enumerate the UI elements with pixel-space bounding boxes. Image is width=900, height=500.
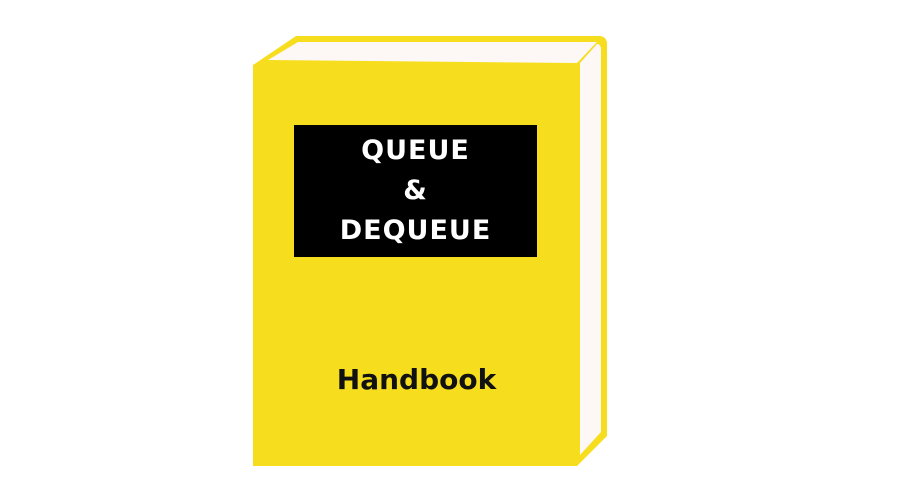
title-line-dequeue: DEQUEUE bbox=[339, 215, 492, 246]
book-title-label: QUEUE & DEQUEUE bbox=[294, 125, 537, 257]
book-front-cover bbox=[253, 63, 579, 466]
title-line-queue: QUEUE bbox=[361, 135, 470, 166]
book-pages-top bbox=[268, 42, 597, 63]
book-illustration: QUEUE & DEQUEUE Handbook bbox=[0, 0, 900, 500]
title-line-ampersand: & bbox=[403, 175, 428, 206]
book-pages-side bbox=[580, 44, 601, 455]
book-subtitle: Handbook bbox=[336, 363, 497, 396]
